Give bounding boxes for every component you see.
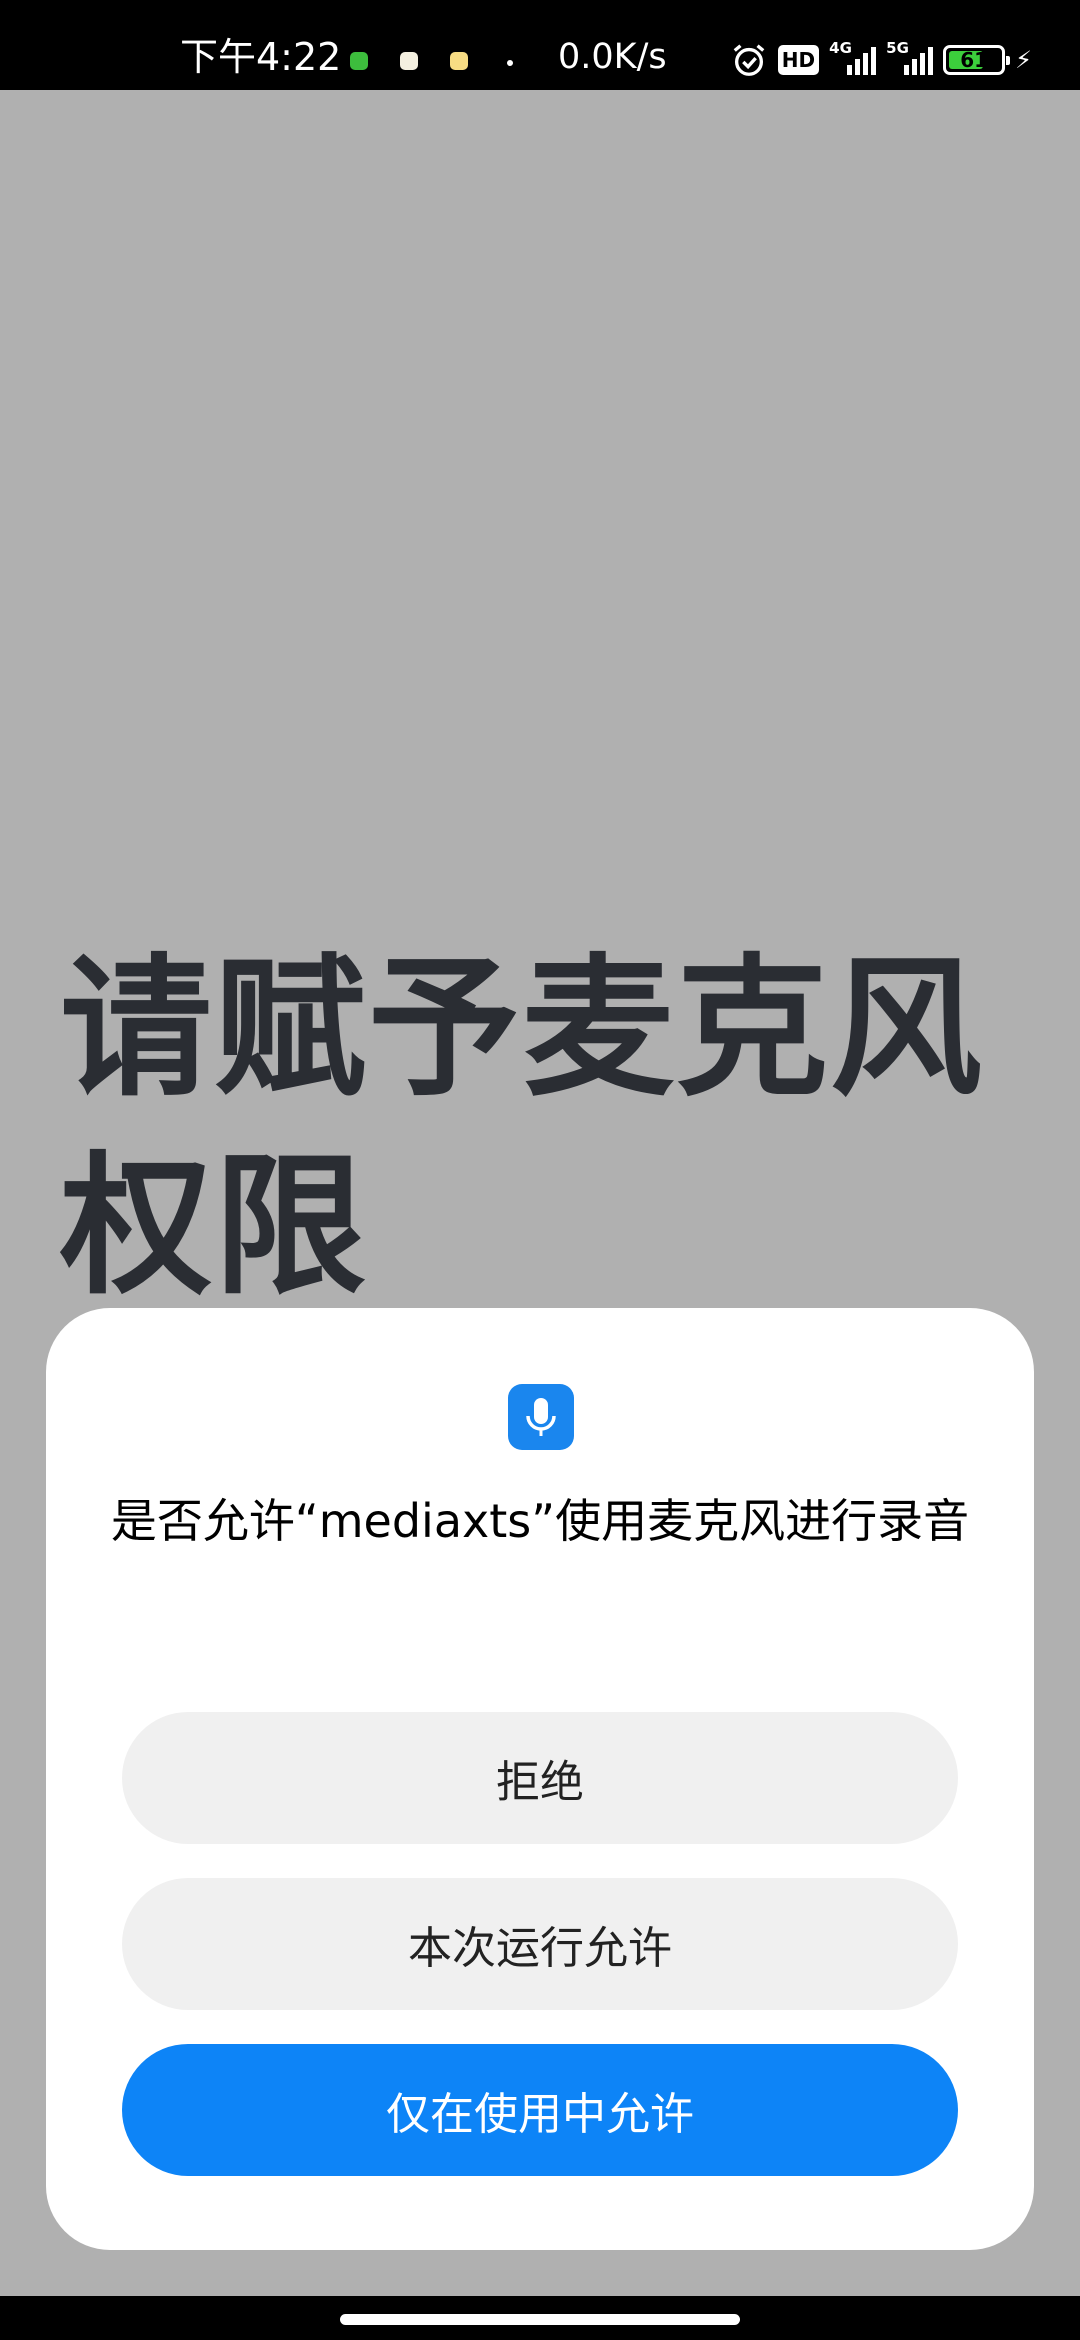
sim2-label: 5G [886, 39, 909, 57]
allow-while-using-button[interactable]: 仅在使用中允许 [122, 2044, 958, 2176]
status-time: 下午4:22 [180, 35, 342, 79]
page-title: 请赋予麦克风权限 [60, 940, 984, 1315]
message-icon [400, 52, 418, 70]
allow-once-button[interactable]: 本次运行允许 [122, 1878, 958, 2010]
signal-4g-icon: 4G [829, 39, 877, 75]
battery-icon: 61 [943, 45, 1011, 75]
microphone-icon [508, 1384, 574, 1450]
status-bar: 下午4:22 0.0K/s HD 4G 5G 61 ⚡ [0, 0, 1080, 90]
notification-icon [450, 52, 468, 70]
battery-percent: 61 [960, 48, 989, 72]
permission-dialog: 是否允许“mediaxts”使用麦克风进行录音 拒绝 本次运行允许 仅在使用中允… [46, 1308, 1034, 2250]
signal-5g-icon: 5G [886, 39, 934, 75]
dot-icon [507, 60, 513, 66]
wechat-icon [350, 52, 368, 70]
status-icons: HD 4G 5G 61 ⚡ [730, 39, 1032, 80]
hd-icon: HD [777, 45, 820, 75]
sim1-label: 4G [829, 39, 852, 57]
home-gesture-handle[interactable] [340, 2314, 740, 2325]
screen: 下午4:22 0.0K/s HD 4G 5G 61 ⚡ 请赋予麦克风权限 是否允… [0, 0, 1080, 2340]
net-speed: 0.0K/s [558, 37, 667, 77]
deny-button[interactable]: 拒绝 [122, 1712, 958, 1844]
alarm-icon [733, 44, 765, 76]
charging-icon: ⚡ [1015, 46, 1032, 74]
permission-message: 是否允许“mediaxts”使用麦克风进行录音 [110, 1494, 970, 1548]
